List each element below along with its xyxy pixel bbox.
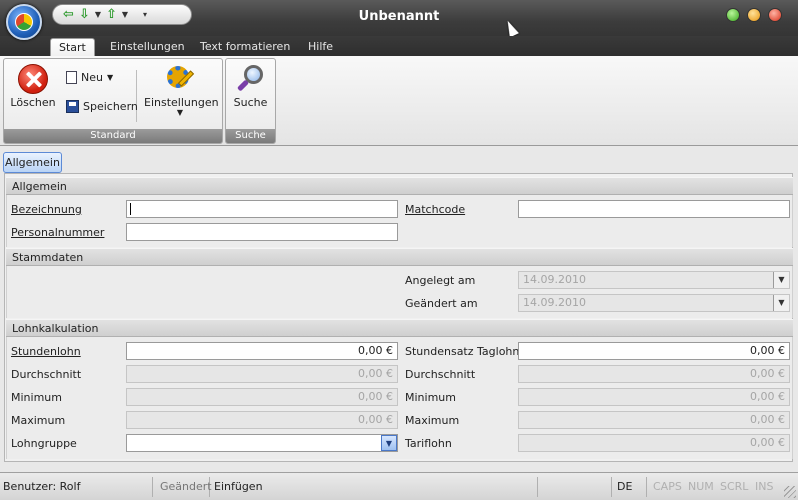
group-separator — [136, 70, 137, 122]
group-label-standard: Standard — [4, 129, 222, 143]
maximum2-field: 0,00 € — [518, 411, 790, 429]
status-user: Benutzer: Rolf — [3, 477, 153, 497]
save-button[interactable]: Speichern — [66, 100, 138, 113]
minimize-button[interactable] — [726, 8, 740, 22]
chevron-down-icon: ▼ — [176, 108, 184, 117]
text-caret — [130, 203, 131, 215]
status-language: DE — [617, 477, 647, 497]
status-bar: Benutzer: Rolf Geändert Einfügen DE CAPS… — [0, 472, 798, 500]
new-button[interactable]: Neu ▼ — [66, 71, 113, 84]
minimum-field: 0,00 € — [126, 388, 398, 406]
app-logo-icon — [15, 13, 33, 31]
close-button[interactable] — [768, 8, 782, 22]
save-label: Speichern — [83, 100, 138, 113]
minimum2-label: Minimum — [405, 391, 456, 404]
chevron-down-icon: ▼ — [773, 295, 789, 311]
settings-gear-icon — [165, 64, 195, 94]
tariflohn-label: Tariflohn — [405, 437, 452, 450]
tab-start[interactable]: Start — [50, 38, 95, 56]
changed-label: Geändert am — [405, 297, 478, 310]
maximum2-label: Maximum — [405, 414, 460, 427]
app-menu-orb[interactable] — [6, 4, 42, 40]
tab-einstellungen[interactable]: Einstellungen — [102, 38, 193, 56]
durchschnitt-field: 0,00 € — [126, 365, 398, 383]
search-label: Suche — [233, 96, 268, 109]
stundenlohn-input[interactable]: 0,00 € — [126, 342, 398, 360]
maximum-field: 0,00 € — [126, 411, 398, 429]
bezeichnung-input[interactable] — [126, 200, 398, 218]
save-icon — [66, 100, 79, 113]
status-ins: INS — [755, 480, 774, 493]
stundensatz-label: Stundensatz Taglohn — [405, 345, 519, 359]
minimum2-field: 0,00 € — [518, 388, 790, 406]
lohngruppe-select[interactable]: ▼ — [126, 434, 398, 452]
section-header-lohnkalkulation: Lohnkalkulation — [6, 319, 793, 337]
durchschnitt2-label: Durchschnitt — [405, 368, 476, 381]
changed-value: 14.09.2010 — [523, 296, 586, 309]
stundensatz-label-text: Stundensatz Taglohn — [405, 345, 520, 358]
stundensatz-input[interactable]: 0,00 € — [518, 342, 790, 360]
delete-icon — [18, 64, 48, 94]
window-controls — [726, 8, 782, 22]
changed-date-select: 14.09.2010 ▼ — [518, 294, 790, 312]
bezeichnung-label: Bezeichnung — [11, 203, 82, 216]
search-button[interactable]: Suche — [228, 64, 273, 109]
maximum-label: Maximum — [11, 414, 66, 427]
durchschnitt2-field: 0,00 € — [518, 365, 790, 383]
status-scrl: SCRL — [720, 480, 749, 493]
status-spacer2 — [542, 477, 612, 497]
chevron-down-icon: ▼ — [106, 73, 114, 82]
window-title: Unbenannt — [358, 9, 440, 24]
chevron-down-icon[interactable]: ▼ — [381, 435, 397, 451]
delete-button[interactable]: Löschen — [8, 64, 58, 109]
resize-grip[interactable] — [784, 486, 796, 498]
tariflohn-field: 0,00 € — [518, 434, 790, 452]
personalnummer-input[interactable] — [126, 223, 398, 241]
settings-button[interactable]: Einstellungen ▼ — [144, 64, 219, 117]
tab-allgemein[interactable]: Allgemein — [3, 152, 62, 173]
matchcode-label: Matchcode — [405, 203, 466, 216]
status-insert: Einfügen — [214, 480, 263, 493]
tab-hilfe[interactable]: Hilfe — [300, 38, 341, 56]
created-label: Angelegt am — [405, 274, 476, 287]
minimum-label: Minimum — [11, 391, 62, 404]
chevron-down-icon: ▼ — [773, 272, 789, 288]
maximize-button[interactable] — [747, 8, 761, 22]
new-label: Neu — [81, 71, 103, 84]
created-date-select: 14.09.2010 ▼ — [518, 271, 790, 289]
created-value: 14.09.2010 — [523, 273, 586, 286]
matchcode-input[interactable] — [518, 200, 790, 218]
status-caps: CAPS — [653, 480, 682, 493]
group-label-search: Suche — [226, 129, 275, 143]
delete-label: Löschen — [10, 96, 56, 109]
status-changed: Geändert — [160, 477, 212, 497]
stundenlohn-label: Stundenlohn — [11, 345, 81, 358]
new-document-icon — [66, 71, 77, 84]
personalnummer-label: Personalnummer — [11, 226, 105, 239]
status-spacer — [268, 477, 538, 497]
section-header-allgemein: Allgemein — [6, 177, 793, 195]
search-icon — [236, 64, 266, 94]
tab-text-formatieren[interactable]: Text formatieren — [192, 38, 298, 56]
status-num: NUM — [688, 480, 714, 493]
durchschnitt-label: Durchschnitt — [11, 368, 82, 381]
lohngruppe-label: Lohngruppe — [11, 437, 77, 450]
section-header-stammdaten: Stammdaten — [6, 248, 793, 266]
